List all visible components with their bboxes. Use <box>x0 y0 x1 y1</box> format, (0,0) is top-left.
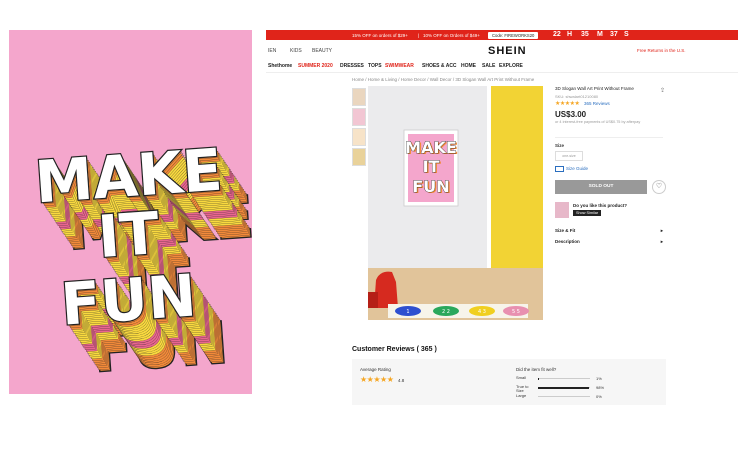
show-similar-button[interactable]: Show Similar <box>573 210 602 216</box>
make-it-fun-artwork: MAKEMAKEMAKEMAKEMAKEMAKEMAKEMAKEMAKEMAKE… <box>32 134 252 386</box>
category-bar: Shethome SUMMER 2020 DRESSES TOPS SWIMWE… <box>266 62 738 73</box>
promo-separator: | <box>418 32 420 38</box>
red-chair-side <box>368 292 378 308</box>
fit-row: True to Size 98% <box>516 385 626 393</box>
yellow-door <box>490 86 543 268</box>
countdown-m: M <box>597 30 603 38</box>
countdown-hours: 22 <box>553 30 561 38</box>
average-rating-value: 4.8 <box>398 378 405 383</box>
category-shethome[interactable]: Shethome <box>268 63 292 69</box>
fit-percent: 0% <box>596 394 602 399</box>
afterpay-note[interactable]: or 4 interest-free payments of US$0.75 b… <box>555 120 640 124</box>
fit-bar-fill <box>538 377 539 380</box>
chevron-right-icon: ▸ <box>660 239 663 244</box>
framed-poster-text: MAKE <box>405 138 457 157</box>
thumbnail-2[interactable] <box>352 108 366 126</box>
size-guide-link[interactable]: Size Guide <box>555 166 588 172</box>
review-summary: Average Rating ★★★★★ 4.8 Did the item fi… <box>352 359 666 405</box>
room-scene: MAKEMAKEITITFUNFUN1 2 24 35 5 <box>368 86 543 320</box>
size-label: Size <box>555 143 565 148</box>
poster-letter-face: FUN <box>59 261 199 338</box>
reviews-link[interactable]: 365 Reviews <box>584 101 610 106</box>
similar-product-thumbnail <box>555 202 569 218</box>
size-guide-label: Size Guide <box>566 166 589 172</box>
divider <box>555 137 663 138</box>
promo-banner[interactable]: 15% OFF on orders of $29+ | 10% OFF on O… <box>266 30 738 40</box>
customer-reviews-title: Customer Reviews ( 365 ) <box>352 346 437 353</box>
share-icon[interactable]: ⇪ <box>660 87 665 94</box>
hopscotch-number: 4 3 <box>478 309 486 315</box>
accordion-size-fit[interactable]: Size & Fit ▸ <box>555 228 663 233</box>
hopscotch-number: 5 5 <box>512 309 520 315</box>
average-rating-label: Average Rating <box>360 367 391 372</box>
product-page-screenshot: 15% OFF on orders of $29+ | 10% OFF on O… <box>266 30 738 412</box>
rating-stars: ★★★★★ <box>555 101 580 107</box>
thumbnail-1[interactable] <box>352 88 366 106</box>
countdown-s: S <box>624 30 629 38</box>
framed-poster-text: FUN <box>412 177 449 196</box>
thumbnail-4[interactable] <box>352 148 366 166</box>
nav-link-beauty[interactable]: BEAUTY <box>312 48 332 54</box>
poster-word-3: FUNFUNFUNFUNFUNFUNFUNFUNFUNFUNFUNFUNFUNF… <box>58 260 232 386</box>
size-fit-label: Size & Fit <box>555 228 576 233</box>
fit-bar-track <box>538 386 590 389</box>
product-sku: SKU: shwalart01210080 <box>555 94 599 99</box>
fit-bar-track <box>538 377 590 380</box>
hopscotch-number: 2 2 <box>442 309 450 315</box>
countdown-seconds: 37 <box>610 30 618 38</box>
fit-question: Did the item fit well? <box>516 367 557 372</box>
fit-percent: 98% <box>596 385 605 390</box>
category-sale[interactable]: SALE <box>482 63 495 69</box>
product-title: 3D Slogan Wall Art Print Without Frame <box>555 86 634 91</box>
category-dresses[interactable]: DRESSES <box>340 63 364 69</box>
thumbnail-3[interactable] <box>352 128 366 146</box>
promo-text-1: 15% OFF on orders of $29+ <box>352 32 408 38</box>
main-product-image[interactable]: MAKE MAKE IT IT FUN FUN 1 2 24 35 5 <box>368 86 543 320</box>
size-option[interactable]: one-size <box>555 151 583 161</box>
category-tops[interactable]: TOPS <box>368 63 382 69</box>
free-returns-link[interactable]: Free Returns in the U.S. <box>637 48 686 53</box>
breadcrumb[interactable]: Home / Home & Living / Home Decor / Wall… <box>352 77 534 82</box>
poster-image: MAKE MAKE MAKE MAKE MAKE MAKE MAKE MAKE MAKE MAKE… <box>9 30 252 394</box>
chevron-right-icon: ▸ <box>660 228 663 233</box>
fit-label: Small <box>516 375 527 380</box>
ruler-icon <box>555 166 564 172</box>
countdown-minutes: 35 <box>581 30 589 38</box>
shein-logo[interactable]: SHEIN <box>488 45 527 57</box>
average-rating-stars: ★★★★★ <box>360 375 394 384</box>
promo-text-2: 10% OFF on Orders of $49+ <box>423 32 480 38</box>
category-shoes-acc[interactable]: SHOES & ACC <box>422 63 457 69</box>
door-frame <box>487 86 491 268</box>
fit-percent: 1% <box>596 376 602 381</box>
fit-row: Large 0% <box>516 394 626 402</box>
wishlist-heart-icon[interactable]: ♡ <box>652 180 666 194</box>
fit-bar-fill <box>538 386 589 389</box>
nav-link-kids[interactable]: KIDS <box>290 48 302 54</box>
category-explore[interactable]: EXPLORE <box>499 63 523 69</box>
fit-label: True to Size <box>516 384 529 393</box>
fit-row: Small 1% <box>516 376 626 384</box>
fit-bar-track <box>538 396 590 397</box>
promo-code: Code: FIREWORKS20 <box>488 31 539 39</box>
poster-letter-face: IT <box>96 199 162 271</box>
framed-poster-text: IT <box>423 157 440 176</box>
countdown-h: H <box>567 30 573 38</box>
category-summer-2020[interactable]: SUMMER 2020 <box>298 63 333 69</box>
description-label: Description <box>555 239 580 244</box>
top-nav: IEN KIDS BEAUTY SHEIN Free Returns in th… <box>266 44 738 58</box>
fit-label: Large <box>516 393 527 398</box>
sold-out-button[interactable]: SOLD OUT <box>555 180 647 194</box>
like-question: Do you like this product? <box>573 203 628 208</box>
nav-link-women[interactable]: IEN <box>268 48 276 54</box>
accordion-description[interactable]: Description ▸ <box>555 239 663 244</box>
hopscotch-number: 1 <box>406 309 409 315</box>
category-swimwear[interactable]: SWIMWEAR <box>385 63 414 69</box>
product-price: US$3.00 <box>555 110 587 119</box>
category-home[interactable]: HOME <box>461 63 476 69</box>
